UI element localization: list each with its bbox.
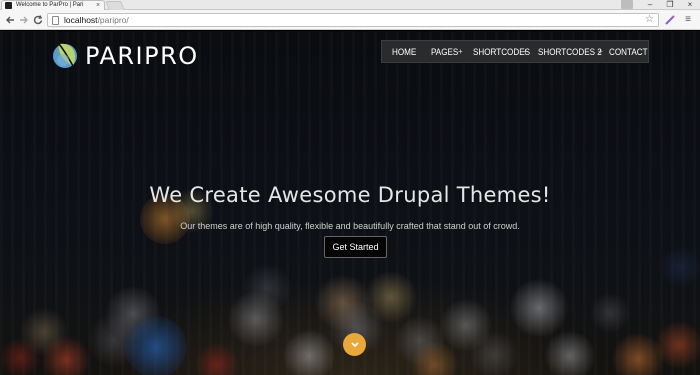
browser-tab-strip: Welcome to ParPro | Pari × – ❐ × <box>0 0 700 10</box>
bokeh-light <box>655 321 700 369</box>
bokeh-light <box>510 279 568 337</box>
bokeh-light <box>283 330 335 375</box>
nav-item-pages[interactable]: PAGES <box>431 41 458 63</box>
nav-item-contact[interactable]: CONTACT <box>609 41 648 63</box>
url-host: localhost <box>64 15 98 25</box>
bokeh-light <box>125 316 187 375</box>
address-bar[interactable]: localhost/paripro/ ☆ <box>47 13 659 27</box>
scroll-down-button[interactable] <box>343 333 366 356</box>
minimize-button[interactable]: – <box>640 0 660 10</box>
profile-icon[interactable] <box>621 0 633 9</box>
bokeh-light <box>545 331 595 375</box>
chevron-down-icon <box>350 341 359 347</box>
get-started-button[interactable]: Get Started <box>324 236 387 258</box>
website-viewport: PARIPRO HOME PAGES + SHORTCODES + SHORTC… <box>0 31 700 375</box>
bokeh-light <box>590 293 630 333</box>
url-path: /paripro/ <box>97 15 129 25</box>
pen-extension-icon[interactable] <box>664 14 676 26</box>
main-navigation: HOME PAGES + SHORTCODES + SHORTCODES 2 +… <box>381 40 649 63</box>
browser-toolbar: localhost/paripro/ ☆ ≡ <box>0 10 700 30</box>
bokeh-light <box>470 331 518 375</box>
browser-tab[interactable]: Welcome to ParPro | Pari × <box>1 0 105 10</box>
new-tab-button[interactable] <box>105 1 125 10</box>
nav-item-shortcodes[interactable]: SHORTCODES <box>473 41 530 63</box>
url-text: localhost/paripro/ <box>64 14 129 26</box>
nav-expand-shortcodes-2-icon[interactable]: + <box>598 41 603 62</box>
reload-icon[interactable] <box>32 14 44 26</box>
maximize-button[interactable]: ❐ <box>660 0 680 10</box>
bokeh-light <box>660 246 700 288</box>
menu-icon[interactable]: ≡ <box>682 14 694 26</box>
hero-title: We Create Awesome Drupal Themes! <box>149 183 551 207</box>
page-icon <box>52 15 59 25</box>
logo-icon[interactable] <box>51 40 81 70</box>
tab-title: Welcome to ParPro | Pari <box>16 2 84 8</box>
bokeh-light <box>243 264 291 312</box>
nav-item-shortcodes-2[interactable]: SHORTCODES 2 <box>538 41 602 63</box>
bokeh-light <box>0 338 40 375</box>
hero-subtitle: Our themes are of high quality, flexible… <box>180 221 520 231</box>
bokeh-light <box>365 271 417 323</box>
star-icon[interactable]: ☆ <box>645 14 654 26</box>
nav-expand-pages-icon[interactable]: + <box>458 41 463 62</box>
favicon-icon <box>5 2 12 9</box>
tab-close-icon[interactable]: × <box>96 1 100 10</box>
nav-item-home[interactable]: HOME <box>392 41 416 63</box>
nav-expand-shortcodes-icon[interactable]: + <box>523 41 528 62</box>
close-window-button[interactable]: × <box>680 0 700 10</box>
forward-icon[interactable] <box>18 14 30 26</box>
site-logo-text[interactable]: PARIPRO <box>85 42 199 70</box>
back-icon[interactable] <box>4 14 16 26</box>
